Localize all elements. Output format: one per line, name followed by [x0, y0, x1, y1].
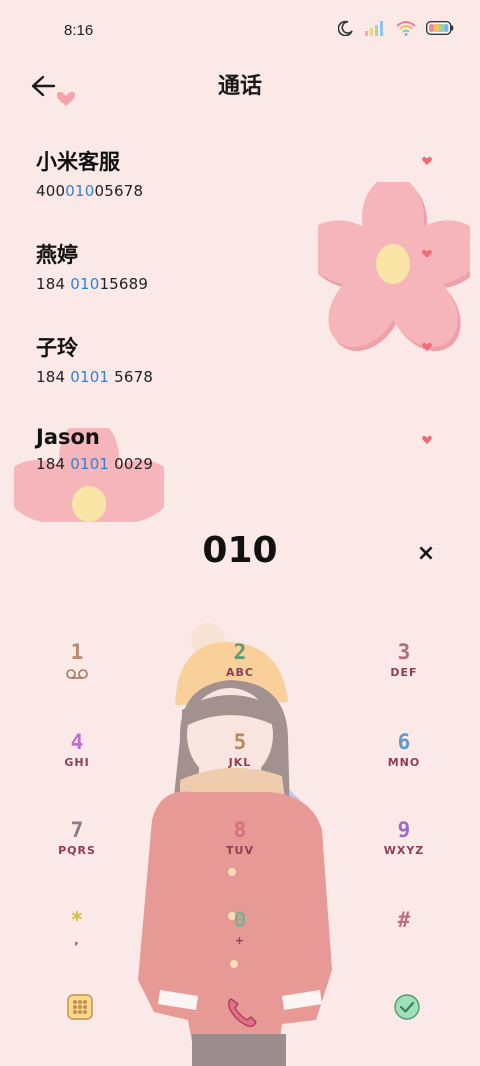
wifi-icon — [396, 21, 416, 36]
number-suffix: 0029 — [109, 455, 154, 473]
voicemail-icon — [66, 669, 88, 679]
key-digit: 4 — [70, 730, 84, 754]
contact-name: 子玲 — [36, 336, 78, 360]
key-2[interactable]: 2 ABC — [185, 640, 295, 710]
call-button[interactable] — [224, 994, 260, 1030]
key-letters: DEF — [390, 666, 418, 679]
key-digit: 0 — [233, 908, 247, 932]
number-match: 0101 — [70, 368, 110, 386]
list-item[interactable]: 小米客服 40001005678 — [0, 124, 480, 217]
number-prefix: 184 — [36, 275, 71, 293]
key-0[interactable]: 0 + — [185, 908, 295, 978]
key-digit: 8 — [233, 818, 247, 842]
number-suffix: 5678 — [109, 368, 154, 386]
keypad-toggle-button[interactable] — [65, 992, 95, 1022]
battery-icon — [426, 21, 454, 35]
key-7[interactable]: 7 PQRS — [22, 818, 132, 888]
key-digit: 5 — [233, 730, 247, 754]
key-letters: TUV — [226, 844, 254, 857]
moon-icon — [338, 20, 353, 36]
contact-number: 40001005678 — [36, 182, 480, 200]
phone-call-icon — [228, 998, 257, 1027]
contact-list: 小米客服 40001005678 燕婷 184 01015689 子玲 184 … — [0, 124, 480, 522]
check-circle-icon — [394, 994, 420, 1020]
number-prefix: 184 — [36, 368, 71, 386]
page-title: 通话 — [217, 74, 262, 99]
key-4[interactable]: 4 GHI — [22, 730, 132, 800]
heart-icon — [422, 342, 432, 351]
signal-icon — [365, 21, 383, 36]
list-item[interactable]: 子玲 184 0101 5678 — [0, 310, 480, 403]
key-digit: * — [70, 908, 84, 932]
keypad-grid-icon — [67, 994, 93, 1020]
key-digit: 9 — [397, 818, 411, 842]
key-star[interactable]: *, — [22, 908, 132, 978]
number-prefix: 184 — [36, 455, 71, 473]
contact-name: Jason — [36, 425, 100, 449]
key-digit: 3 — [397, 640, 411, 664]
status-time: 8:16 — [64, 22, 94, 39]
key-letters: , — [74, 934, 80, 947]
contact-number: 184 0101 5678 — [36, 368, 480, 386]
key-letters: JKL — [228, 756, 252, 769]
number-match: 0101 — [70, 455, 110, 473]
key-hash[interactable]: # — [349, 908, 459, 978]
key-letters: ABC — [226, 666, 254, 679]
dial-number-display[interactable]: 010 — [0, 530, 480, 571]
key-6[interactable]: 6 MNO — [349, 730, 459, 800]
list-item[interactable]: 燕婷 184 01015689 — [0, 217, 480, 310]
status-icons — [338, 20, 454, 36]
heart-icon — [422, 435, 432, 444]
contact-name: 燕婷 — [36, 243, 78, 267]
list-item[interactable]: Jason 184 0101 0029 — [0, 403, 480, 496]
key-5[interactable]: 5 JKL — [185, 730, 295, 800]
number-match: 010 — [70, 275, 100, 293]
key-letters: PQRS — [58, 844, 96, 857]
key-digit: # — [397, 908, 411, 932]
key-letters: + — [234, 934, 246, 947]
number-prefix: 400 — [36, 182, 66, 200]
key-letters: GHI — [64, 756, 90, 769]
number-match: 010 — [65, 182, 95, 200]
status-bar: 8:16 — [0, 0, 480, 62]
key-digit: 1 — [70, 640, 84, 664]
contact-number: 184 0101 0029 — [36, 455, 480, 473]
contact-number: 184 01015689 — [36, 275, 480, 293]
key-3[interactable]: 3 DEF — [349, 640, 459, 710]
number-suffix: 05678 — [94, 182, 144, 200]
key-digit: 2 — [233, 640, 247, 664]
contact-name: 小米客服 — [36, 150, 120, 174]
key-9[interactable]: 9 WXYZ — [349, 818, 459, 888]
confirm-button[interactable] — [392, 992, 422, 1022]
clear-button[interactable]: × — [412, 540, 440, 568]
key-digit: 7 — [70, 818, 84, 842]
key-8[interactable]: 8 TUV — [185, 818, 295, 888]
heart-icon — [422, 156, 432, 165]
key-1[interactable]: 1 — [22, 640, 132, 710]
heart-icon — [422, 249, 432, 258]
key-letters: MNO — [387, 756, 421, 769]
number-suffix: 15689 — [99, 275, 149, 293]
key-letters: WXYZ — [383, 844, 425, 857]
key-digit: 6 — [397, 730, 411, 754]
header: 通话 — [0, 62, 480, 106]
